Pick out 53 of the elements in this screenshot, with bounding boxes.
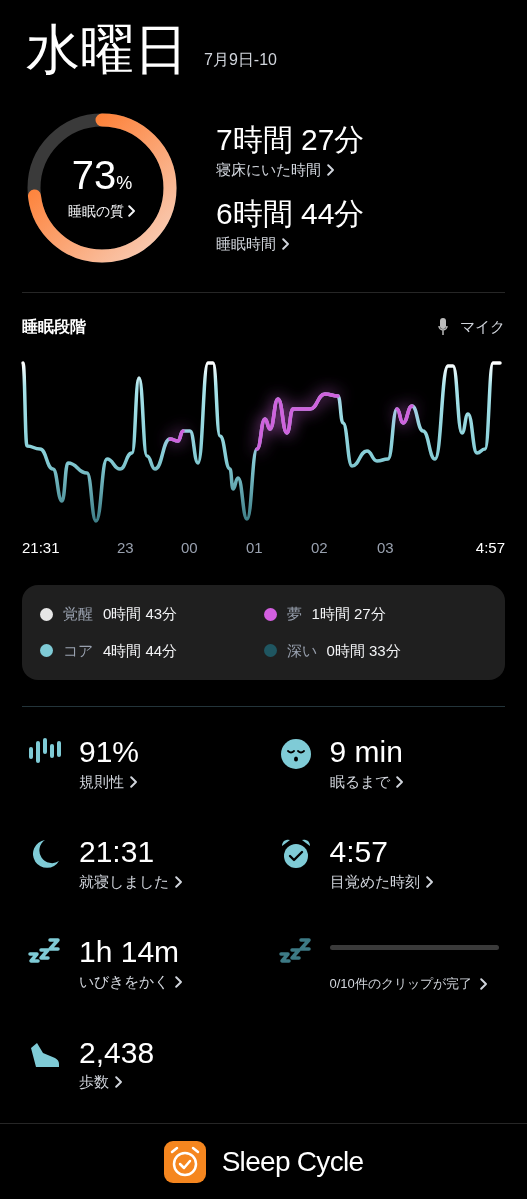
quality-value: 73	[71, 154, 117, 195]
legend-label: 深い	[286, 640, 317, 661]
duration-link[interactable]: 寝床にいた時間	[216, 158, 365, 181]
legend-value: 1時間 27分	[311, 604, 386, 624]
duration-link[interactable]: 睡眠時間	[216, 232, 365, 255]
stat-link[interactable]: 目覚めた時刻	[329, 870, 433, 893]
time-axis-label: 03	[377, 538, 394, 558]
day-title: 水曜日	[26, 22, 188, 76]
legend-label: 夢	[286, 604, 302, 624]
microphone-icon	[438, 318, 448, 336]
chevron-icon	[128, 205, 136, 217]
legend-value: 0時間 33分	[326, 640, 401, 661]
time-axis-label: 23	[117, 538, 134, 558]
stat-link[interactable]: いびきをかく	[79, 970, 183, 993]
time-axis-label: 02	[311, 538, 328, 558]
stat-value: 1h 14m	[79, 934, 181, 970]
app-logo-icon	[163, 1140, 206, 1183]
stat-value: 4:57	[329, 834, 389, 870]
percent-unit: %	[116, 171, 133, 195]
stat-link[interactable]: 規則性	[79, 770, 140, 793]
chevron-icon	[175, 875, 183, 888]
quality-link[interactable]: 睡眠の質	[68, 200, 136, 222]
stat-value: 2,438	[79, 1034, 155, 1071]
stat-value: 9 min	[329, 734, 403, 770]
legend-value: 0時間 43分	[103, 604, 178, 624]
chevron-icon	[130, 775, 138, 788]
chevron-icon	[115, 1076, 123, 1089]
sleepy-face-icon	[278, 737, 313, 771]
chevron-icon	[175, 975, 183, 988]
time-axis-label: 4:57	[475, 538, 505, 558]
stat-link[interactable]: 歩数	[79, 1071, 155, 1094]
stat-value: 21:31	[79, 834, 156, 870]
duration-value: 7時間 27分	[216, 122, 365, 158]
section-title: 睡眠段階	[22, 317, 86, 337]
stat-link[interactable]: 眠るまで	[329, 770, 403, 793]
time-axis-label: 00	[181, 538, 198, 558]
time-axis-label: 01	[246, 538, 263, 558]
mic-button[interactable]: マイク	[438, 315, 505, 339]
time-axis-label: 21:31	[22, 538, 60, 558]
chevron-icon	[395, 775, 403, 788]
app-name: Sleep Cycle	[221, 1144, 364, 1179]
stat-value: 91%	[79, 734, 140, 770]
legend-label: コア	[63, 640, 93, 661]
chevron-icon	[327, 163, 335, 176]
stat-link[interactable]: 就寝しました	[79, 870, 183, 893]
chevron-icon	[479, 977, 487, 990]
legend-label: 覚醒	[63, 604, 93, 624]
chevron-icon	[425, 875, 433, 888]
duration-value: 6時間 44分	[216, 196, 365, 232]
chevron-icon	[282, 237, 290, 250]
clips-link[interactable]: 0/10件のクリップが完了	[329, 974, 499, 994]
legend-value: 4時間 44分	[103, 640, 178, 661]
date-range: 7月9日-10	[204, 50, 277, 70]
